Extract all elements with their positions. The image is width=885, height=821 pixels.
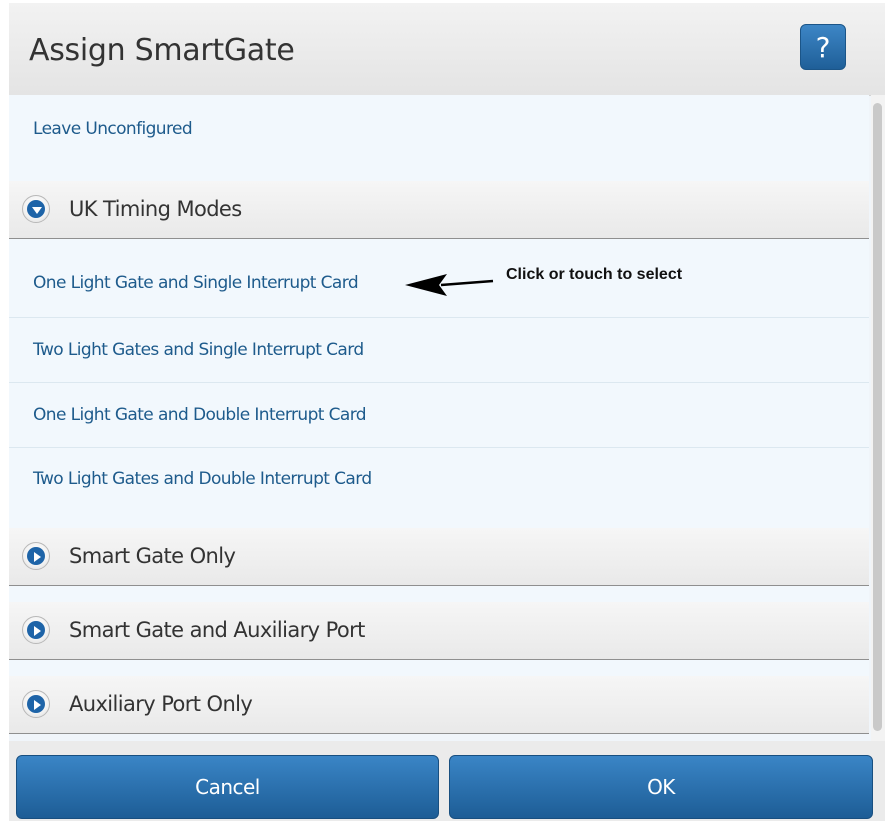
chevron-right-circle-icon [22,690,50,718]
group-label: UK Timing Modes [69,197,242,221]
scrollbar[interactable] [871,95,885,741]
dialog-title: Assign SmartGate [29,33,295,68]
group-header-smart-gate-only[interactable]: Smart Gate Only [9,528,869,586]
group-header-auxiliary-port-only[interactable]: Auxiliary Port Only [9,676,869,734]
list-item-label: Two Light Gates and Single Interrupt Car… [33,340,364,360]
scrollbar-thumb[interactable] [873,103,882,731]
list-item-label: Leave Unconfigured [33,119,193,139]
dialog-footer: Cancel OK [9,741,885,821]
dialog-header: Assign SmartGate ? [9,3,885,96]
help-button[interactable]: ? [800,24,846,70]
group-label: Smart Gate Only [69,544,236,568]
group-gap [9,660,869,676]
annotation-text: Click or touch to select [506,266,683,283]
option-list: Leave Unconfigured UK Timing Modes One L… [9,95,869,741]
group-label: Auxiliary Port Only [69,692,253,716]
chevron-right-circle-icon [22,542,50,570]
list-item-label: One Light Gate and Single Interrupt Card [33,273,359,293]
group-label: Smart Gate and Auxiliary Port [69,618,365,642]
group-gap [9,586,869,602]
list-item-label: Two Light Gates and Double Interrupt Car… [33,469,372,489]
leave-unconfigured-item[interactable]: Leave Unconfigured [9,95,869,181]
group-header-uk-timing-modes[interactable]: UK Timing Modes [9,181,869,239]
cancel-button[interactable]: Cancel [16,755,439,819]
list-item[interactable]: Two Light Gates and Single Interrupt Car… [9,318,869,382]
list-item[interactable]: Two Light Gates and Double Interrupt Car… [9,448,869,528]
list-item[interactable]: One Light Gate and Double Interrupt Card [9,383,869,447]
ok-button[interactable]: OK [449,755,873,819]
chevron-right-circle-icon [22,616,50,644]
chevron-down-circle-icon [22,195,50,223]
list-item-label: One Light Gate and Double Interrupt Card [33,405,367,425]
assign-smartgate-dialog: Assign SmartGate ? Leave Unconfigured UK… [9,3,885,821]
group-header-smart-gate-and-auxiliary-port[interactable]: Smart Gate and Auxiliary Port [9,602,869,660]
arrow-left-icon [405,274,494,296]
